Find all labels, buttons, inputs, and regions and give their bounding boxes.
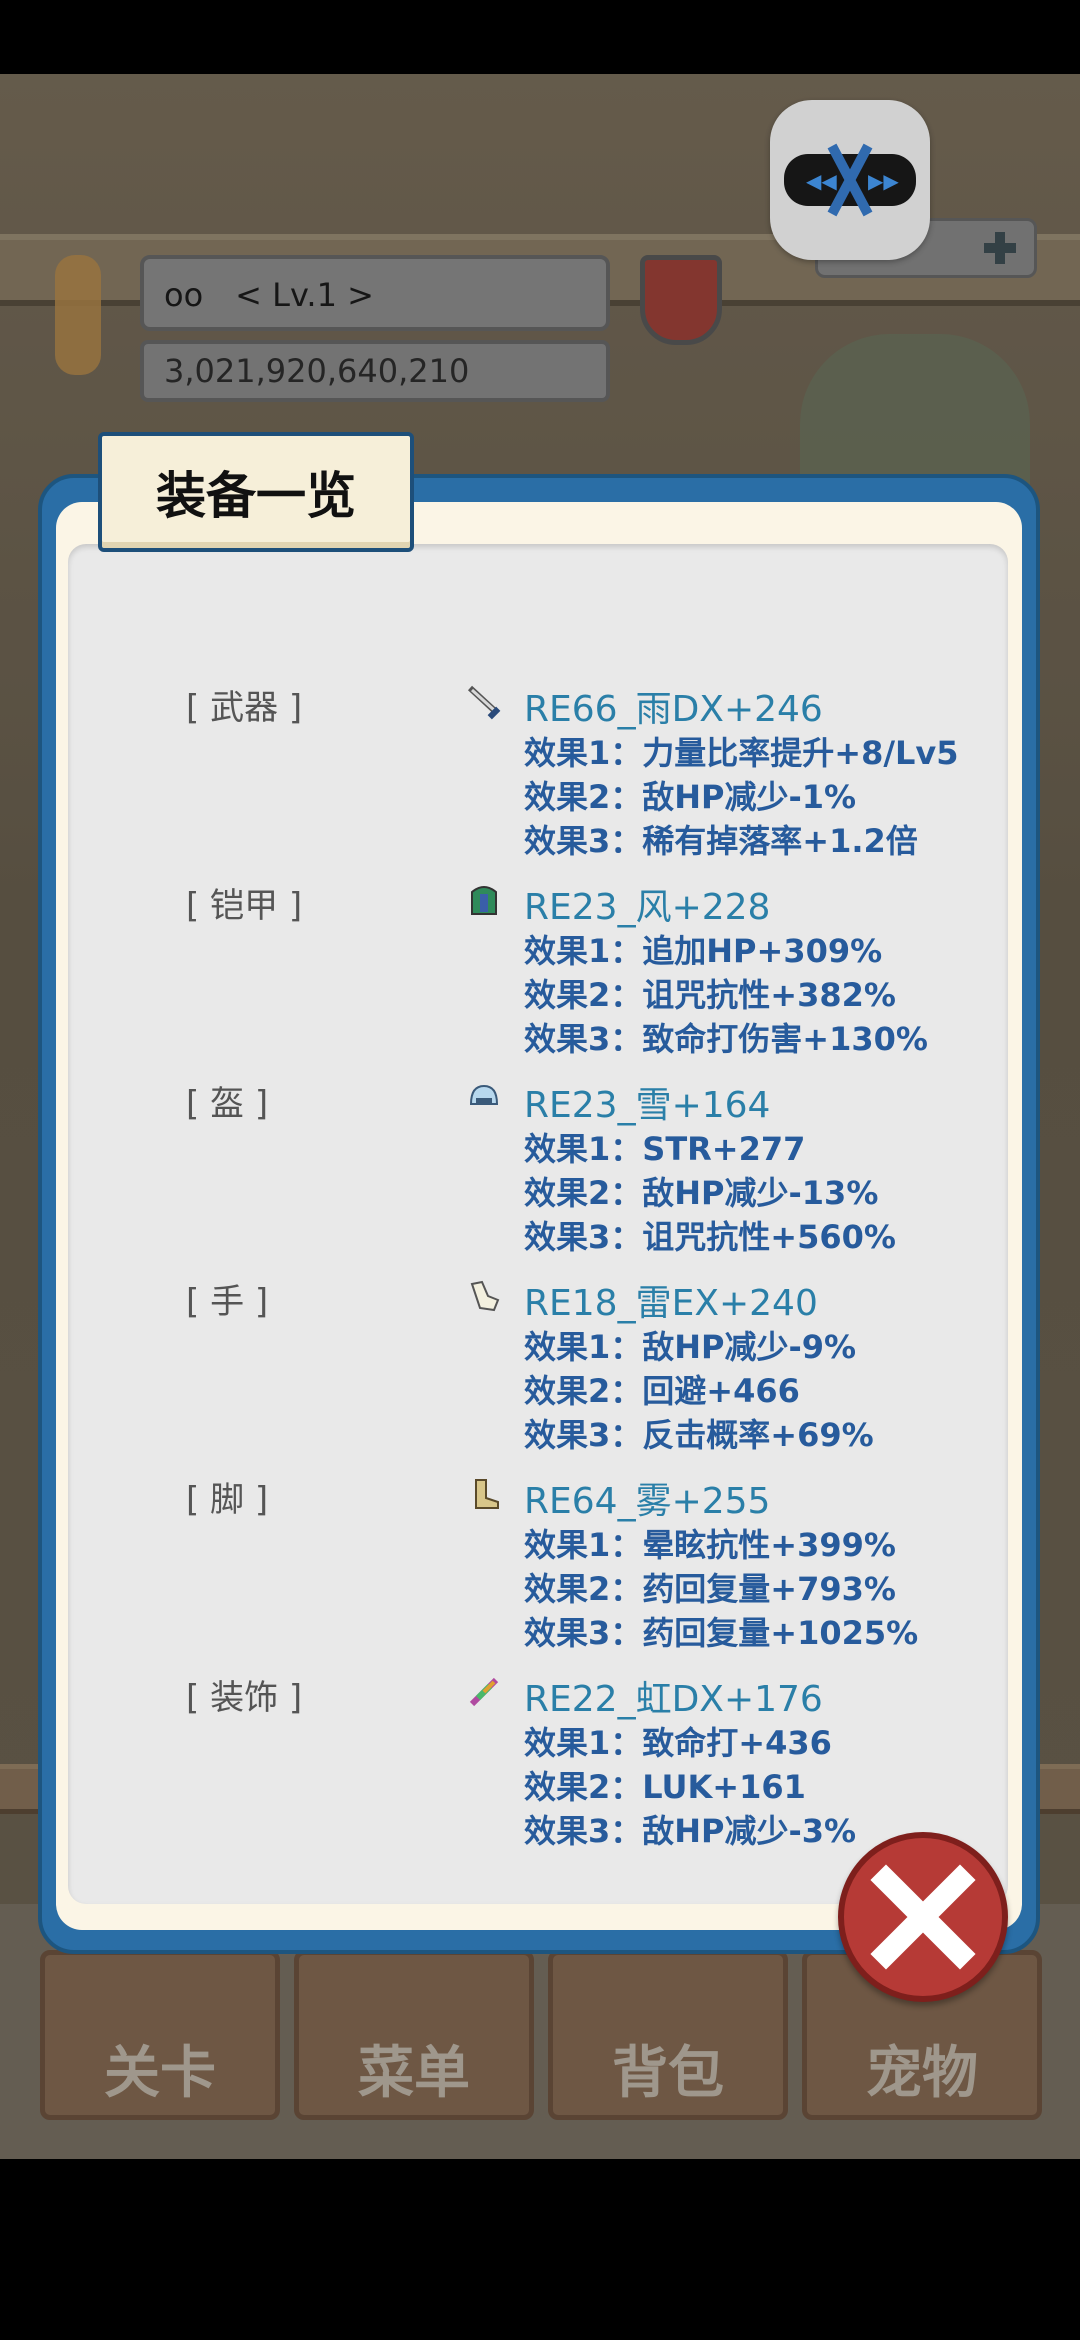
effect-2: 效果2：诅咒抗性+382% (524, 976, 896, 1014)
effect-2: 效果2：LUK+161 (524, 1768, 806, 1806)
slot-label: [ 手 ] (186, 1282, 269, 1322)
effect-2: 效果2：敌HP减少-13% (524, 1174, 879, 1212)
item-name: RE22_虹DX+176 (524, 1679, 823, 1720)
item-name: RE18_雷EX+240 (524, 1283, 818, 1324)
feather-icon (469, 1677, 499, 1707)
glove-icon (470, 1280, 500, 1312)
effect-3: 效果3：稀有掉落率+1.2倍 (524, 822, 918, 860)
dialog-inner-frame: [ 武器 ] RE66_雨DX+246 效果1：力量比率提升+8/Lv5 效果2… (56, 502, 1022, 1930)
effect-1: 效果1：力量比率提升+8/Lv5 (524, 734, 959, 772)
slot-label: [ 盔 ] (186, 1084, 269, 1124)
effect-2: 效果2：回避+466 (524, 1372, 800, 1410)
effect-1: 效果1：致命打+436 (524, 1724, 832, 1762)
item-name: RE64_雾+255 (524, 1481, 771, 1522)
effect-3: 效果3：反击概率+69% (524, 1416, 874, 1454)
effect-2: 效果2：敌HP减少-1% (524, 778, 857, 816)
effect-3: 效果3：敌HP减少-3% (524, 1812, 857, 1850)
item-name: RE23_雪+164 (524, 1085, 771, 1126)
slot-label: [ 武器 ] (186, 688, 303, 728)
effect-1: 效果1：晕眩抗性+399% (524, 1526, 896, 1564)
boot-icon (475, 1479, 499, 1509)
helmet-icon (469, 1084, 499, 1105)
sword-icon (467, 685, 501, 720)
slot-label: [ 铠甲 ] (186, 886, 303, 926)
effect-1: 效果1：敌HP减少-9% (524, 1328, 857, 1366)
effect-3: 效果3：药回复量+1025% (524, 1614, 919, 1652)
item-name: RE66_雨DX+246 (524, 689, 823, 730)
effect-3: 效果3：诅咒抗性+560% (524, 1218, 896, 1256)
item-name: RE23_风+228 (524, 887, 771, 928)
slot-label: [ 脚 ] (186, 1480, 269, 1520)
equipment-dialog: [ 武器 ] RE66_雨DX+246 效果1：力量比率提升+8/Lv5 效果2… (38, 474, 1040, 1954)
armor-icon (471, 886, 497, 915)
dialog-title: 装备一览 (98, 432, 414, 552)
effect-1: 效果1：STR+277 (524, 1130, 806, 1168)
effect-1: 效果1：追加HP+309% (524, 932, 883, 970)
close-button[interactable] (838, 1832, 1008, 2002)
effect-2: 效果2：药回复量+793% (524, 1570, 896, 1608)
dialog-content: [ 武器 ] RE66_雨DX+246 效果1：力量比率提升+8/Lv5 效果2… (68, 544, 1008, 1904)
close-icon (870, 1864, 976, 1970)
effect-3: 效果3：致命打伤害+130% (524, 1020, 928, 1058)
slot-label: [ 装饰 ] (186, 1678, 303, 1718)
